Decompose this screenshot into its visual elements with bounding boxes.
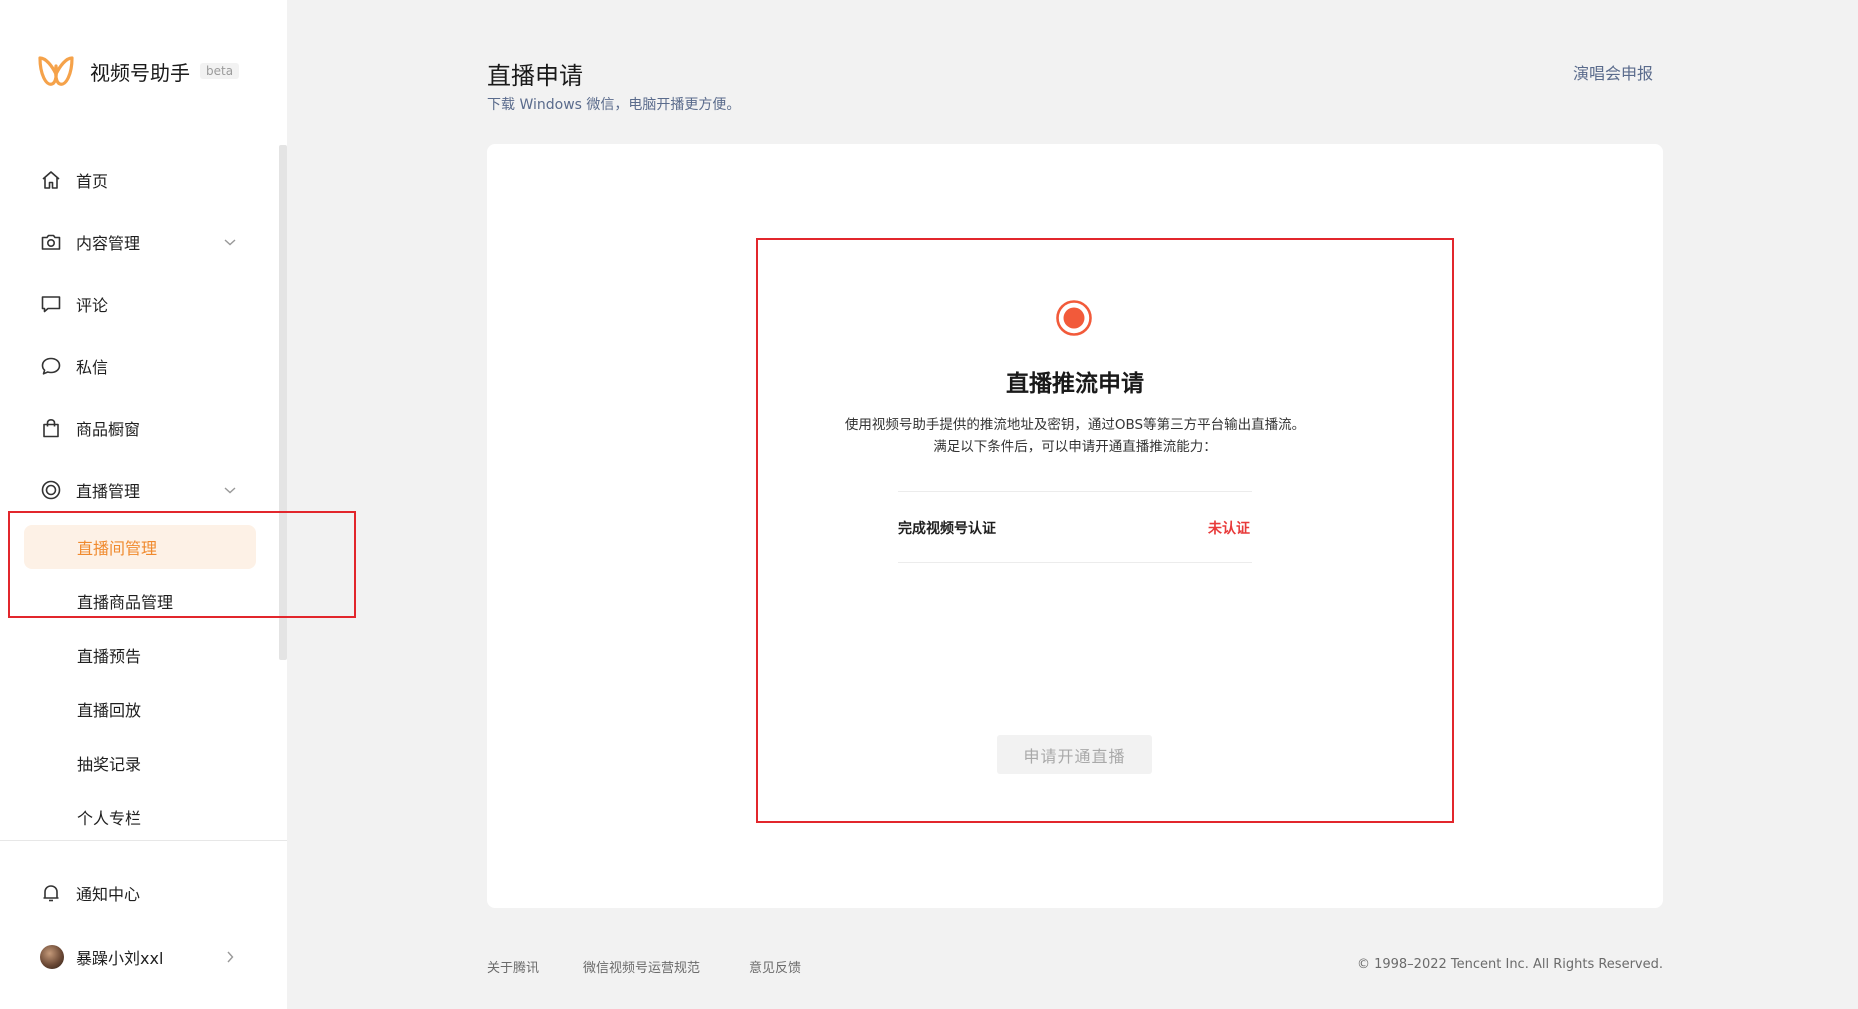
- sidebar-item-content[interactable]: 内容管理: [40, 228, 240, 256]
- chevron-right-icon[interactable]: [222, 949, 238, 965]
- condition-label: 完成视频号认证: [898, 521, 996, 537]
- sidebar-subitem-label: 直播预告: [77, 647, 142, 666]
- sidebar-subitem-live-preview[interactable]: 直播预告: [24, 633, 256, 677]
- comment-icon: [41, 296, 61, 313]
- sidebar-subitem-personal-column[interactable]: 个人专栏: [24, 795, 256, 839]
- sidebar-item-live-management[interactable]: 直播管理: [40, 476, 240, 504]
- sidebar-divider: [0, 840, 287, 841]
- apply-live-button[interactable]: 申请开通直播: [997, 735, 1152, 774]
- footer-link-feedback[interactable]: 意见反馈: [749, 957, 801, 976]
- sidebar-nav[interactable]: 首页 内容管理 评论 私信 商品橱窗 直播管理 直播间管理 直播商品管理 直播预…: [0, 145, 287, 840]
- sidebar-subitem-label: 直播回放: [77, 701, 142, 720]
- user-menu[interactable]: 暴躁小刘xxl: [40, 943, 240, 971]
- live-circle-icon: [41, 480, 61, 500]
- copyright: © 1998–2022 Tencent Inc. All Rights Rese…: [1356, 957, 1663, 972]
- brand-name: 视频号助手: [90, 60, 190, 85]
- sidebar: 视频号助手 beta 首页 内容管理 评论 私信 商品橱窗 直播管理 直播间管理…: [0, 0, 287, 1009]
- beta-badge: beta: [200, 63, 240, 79]
- channels-logo-icon: [38, 56, 74, 86]
- user-name: 暴躁小刘xxl: [76, 949, 164, 968]
- sidebar-item-comments[interactable]: 评论: [40, 290, 240, 318]
- sidebar-subitem-label: 个人专栏: [77, 809, 142, 828]
- sidebar-item-shop-window[interactable]: 商品橱窗: [40, 414, 240, 442]
- sidebar-item-label: 通知中心: [76, 885, 141, 904]
- chevron-down-icon[interactable]: [222, 234, 238, 250]
- live-record-icon: [1056, 300, 1092, 336]
- shopping-bag-icon: [43, 418, 59, 438]
- sidebar-subitem-label: 直播商品管理: [77, 593, 174, 612]
- sidebar-item-label: 直播管理: [76, 482, 141, 501]
- condition-divider-bottom: [898, 562, 1252, 563]
- sidebar-item-label: 首页: [76, 172, 109, 191]
- avatar: [40, 945, 64, 969]
- sidebar-scrollbar[interactable]: [279, 145, 287, 660]
- panel-description-line2: 满足以下条件后，可以申请开通直播推流能力：: [933, 439, 1217, 455]
- sidebar-item-notifications[interactable]: 通知中心: [40, 879, 240, 907]
- panel-title: 直播推流申请: [1006, 371, 1144, 397]
- condition-divider-top: [898, 491, 1252, 492]
- sidebar-item-label: 评论: [76, 296, 109, 315]
- page-subtitle: 下载 Windows 微信，电脑开播更方便。: [487, 97, 741, 113]
- chevron-down-icon[interactable]: [222, 482, 238, 498]
- page-title: 直播申请: [487, 62, 583, 90]
- sidebar-item-label: 商品橱窗: [76, 420, 141, 439]
- live-apply-card: [487, 144, 1663, 908]
- home-icon: [42, 171, 60, 189]
- sidebar-subitem-label: 直播间管理: [77, 539, 158, 558]
- bell-icon: [43, 885, 59, 902]
- sidebar-subitem-live-replay[interactable]: 直播回放: [24, 687, 256, 731]
- sidebar-item-home[interactable]: 首页: [40, 166, 240, 194]
- concert-report-link[interactable]: 演唱会申报: [1573, 60, 1653, 84]
- sidebar-subitem-label: 抽奖记录: [77, 755, 142, 774]
- sidebar-subitem-live-products[interactable]: 直播商品管理: [24, 579, 256, 623]
- sidebar-subitem-lottery-records[interactable]: 抽奖记录: [24, 741, 256, 785]
- brand[interactable]: 视频号助手 beta: [36, 52, 240, 90]
- panel-description-line1: 使用视频号助手提供的推流地址及密钥，通过OBS等第三方平台输出直播流。: [844, 417, 1306, 433]
- sidebar-subitem-live-room[interactable]: 直播间管理: [24, 525, 256, 569]
- sidebar-item-label: 内容管理: [76, 234, 141, 253]
- condition-status: 未认证: [1208, 521, 1250, 537]
- footer-link-guidelines[interactable]: 微信视频号运营规范: [583, 957, 700, 976]
- footer-link-about[interactable]: 关于腾讯: [487, 957, 539, 976]
- camera-icon: [41, 234, 61, 250]
